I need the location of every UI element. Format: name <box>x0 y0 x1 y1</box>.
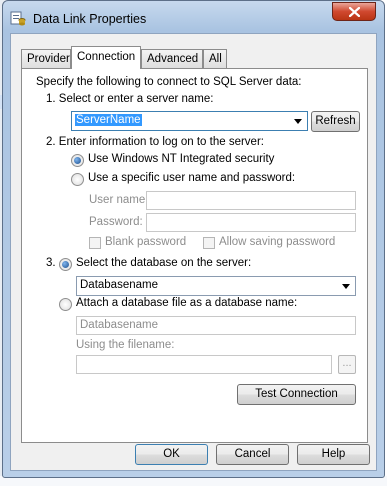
tab-provider-label: Provider <box>27 53 70 65</box>
close-icon <box>349 7 360 17</box>
data-link-icon <box>10 11 26 26</box>
attach-database-radio[interactable] <box>59 298 72 311</box>
attach-database-name-field[interactable]: Databasename <box>76 316 356 335</box>
tab-all-label: All <box>209 53 222 65</box>
specific-user-radio[interactable] <box>71 173 84 186</box>
cancel-button[interactable]: Cancel <box>216 444 289 465</box>
select-database-label[interactable]: Select the database on the server: <box>76 257 251 269</box>
allow-saving-label[interactable]: Allow saving password <box>219 236 335 248</box>
dialog-window: Data Link Properties Provider Connection… <box>2 0 385 478</box>
password-label: Password: <box>89 216 143 228</box>
dialog-client: Provider Connection Advanced All Specify… <box>10 33 377 471</box>
blank-password-checkbox[interactable] <box>89 237 101 249</box>
server-step-label: 1. Select or enter a server name: <box>46 93 214 105</box>
server-name-combo[interactable]: ServerName <box>71 111 308 131</box>
tab-all[interactable]: All <box>203 49 227 68</box>
server-name-value: ServerName <box>75 114 142 126</box>
attach-database-placeholder: Databasename <box>80 319 158 331</box>
database-value: Databasename <box>80 279 158 291</box>
close-button[interactable] <box>332 2 376 21</box>
tab-advanced-label: Advanced <box>147 53 199 65</box>
help-button[interactable]: Help <box>297 444 370 465</box>
database-combo[interactable]: Databasename <box>76 276 356 296</box>
nt-security-label[interactable]: Use Windows NT Integrated security <box>88 153 274 165</box>
tab-provider[interactable]: Provider <box>21 49 71 68</box>
chevron-down-icon[interactable] <box>342 284 350 289</box>
refresh-button[interactable]: Refresh <box>311 111 360 132</box>
attach-database-label[interactable]: Attach a database file as a database nam… <box>76 297 297 309</box>
tab-connection-label: Connection <box>77 51 136 63</box>
title-bar[interactable]: Data Link Properties <box>3 1 384 33</box>
tab-advanced[interactable]: Advanced <box>141 49 203 68</box>
ok-button[interactable]: OK <box>135 444 208 465</box>
filename-label: Using the filename: <box>76 339 175 351</box>
username-label: User name: <box>89 194 149 206</box>
username-field[interactable] <box>146 191 356 210</box>
database-step-number: 3. <box>46 257 56 269</box>
filename-field[interactable] <box>76 355 332 374</box>
test-connection-button[interactable]: Test Connection <box>237 384 356 405</box>
browse-button[interactable]: ... <box>338 355 356 374</box>
chevron-down-icon[interactable] <box>294 119 302 124</box>
allow-saving-checkbox[interactable] <box>203 237 215 249</box>
window-title: Data Link Properties <box>33 12 147 26</box>
blank-password-label[interactable]: Blank password <box>105 236 186 248</box>
logon-step-label: 2. Enter information to log on to the se… <box>46 136 264 148</box>
password-field[interactable] <box>146 213 356 232</box>
server-name-text: ServerName <box>75 114 142 126</box>
intro-text: Specify the following to connect to SQL … <box>36 76 302 88</box>
connection-panel: Specify the following to connect to SQL … <box>21 68 368 443</box>
specific-user-label[interactable]: Use a specific user name and password: <box>88 172 295 184</box>
nt-security-radio[interactable] <box>71 154 84 167</box>
select-database-radio[interactable] <box>59 258 72 271</box>
tab-connection[interactable]: Connection <box>71 46 141 69</box>
